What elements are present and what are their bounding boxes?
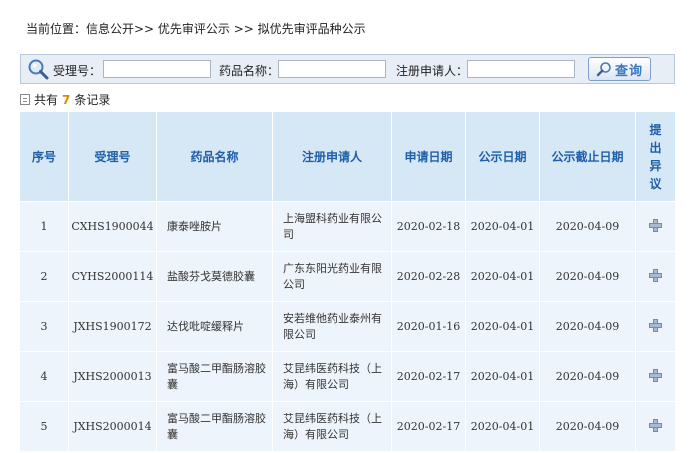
plus-icon[interactable] — [649, 218, 662, 232]
header-applicant: 注册申请人 — [272, 111, 392, 202]
cell-applicant: 广东东阳光药业有限公司 — [272, 251, 392, 302]
cell-publish-date: 2020-04-01 — [465, 351, 540, 402]
cell-accept-no: JXHS2000014 — [68, 401, 157, 452]
cell-seq: 2 — [19, 251, 69, 302]
cell-applicant: 艾昆纬医药科技（上海）有限公司 — [272, 351, 392, 402]
header-objection: 提出异议 — [635, 111, 676, 202]
document-icon — [20, 94, 30, 105]
cell-accept-no: JXHS1900172 — [68, 301, 157, 352]
header-seq: 序号 — [19, 111, 69, 202]
table-row: 1 CXHS1900044 康泰唑胺片 上海盟科药业有限公司 2020-02-1… — [19, 201, 676, 252]
search-bar: 受理号： 药品名称： 注册申请人： 查询 — [20, 54, 675, 84]
header-deadline: 公示截止日期 — [539, 111, 636, 202]
query-button-label: 查询 — [614, 63, 643, 79]
cell-drug-name: 富马酸二甲酯肠溶胶囊 — [156, 401, 273, 452]
drug-name-input[interactable] — [278, 60, 386, 78]
record-count-number: 7 — [62, 92, 71, 107]
cell-accept-no: JXHS2000013 — [68, 351, 157, 402]
record-count-prefix: 共有 — [34, 93, 59, 107]
cell-deadline: 2020-04-09 — [539, 301, 636, 352]
cell-drug-name: 达伐吡啶缓释片 — [156, 301, 273, 352]
cell-objection — [635, 301, 676, 352]
cell-deadline: 2020-04-09 — [539, 201, 636, 252]
accept-no-label: 受理号： — [53, 64, 102, 78]
cell-applicant: 安若维他药业泰州有限公司 — [272, 301, 392, 352]
cell-objection — [635, 351, 676, 402]
cell-seq: 1 — [19, 201, 69, 252]
table-row: 3 JXHS1900172 达伐吡啶缓释片 安若维他药业泰州有限公司 2020-… — [19, 301, 676, 352]
header-accept-no: 受理号 — [68, 111, 157, 202]
header-apply-date: 申请日期 — [391, 111, 466, 202]
cell-accept-no: CYHS2000114 — [68, 251, 157, 302]
record-count-suffix: 条记录 — [74, 93, 111, 107]
header-publish-date: 公示日期 — [465, 111, 540, 202]
plus-icon[interactable] — [649, 318, 662, 332]
cell-objection — [635, 251, 676, 302]
accept-no-input[interactable] — [103, 60, 211, 78]
cell-apply-date: 2020-02-28 — [391, 251, 466, 302]
cell-publish-date: 2020-04-01 — [465, 251, 540, 302]
cell-apply-date: 2020-02-18 — [391, 201, 466, 252]
magnifier-icon — [28, 59, 49, 80]
cell-seq: 5 — [19, 401, 69, 452]
table-header-row: 序号 受理号 药品名称 注册申请人 申请日期 公示日期 公示截止日期 提出异议 — [19, 111, 676, 202]
table-row: 5 JXHS2000014 富马酸二甲酯肠溶胶囊 艾昆纬医药科技（上海）有限公司… — [19, 401, 676, 452]
applicant-input[interactable] — [467, 60, 575, 78]
applicant-label: 注册申请人： — [396, 64, 469, 78]
cell-seq: 4 — [19, 351, 69, 402]
query-button[interactable]: 查询 — [588, 57, 651, 81]
table-row: 4 JXHS2000013 富马酸二甲酯肠溶胶囊 艾昆纬医药科技（上海）有限公司… — [19, 351, 676, 402]
cell-applicant: 上海盟科药业有限公司 — [272, 201, 392, 252]
cell-objection — [635, 401, 676, 452]
plus-icon[interactable] — [649, 418, 662, 432]
plus-icon[interactable] — [649, 268, 662, 282]
cell-publish-date: 2020-04-01 — [465, 301, 540, 352]
drug-name-label: 药品名称： — [219, 64, 280, 78]
cell-accept-no: CXHS1900044 — [68, 201, 157, 252]
table-row: 2 CYHS2000114 盐酸芬戈莫德胶囊 广东东阳光药业有限公司 2020-… — [19, 251, 676, 302]
plus-icon[interactable] — [649, 368, 662, 382]
cell-drug-name: 富马酸二甲酯肠溶胶囊 — [156, 351, 273, 402]
header-drug-name: 药品名称 — [156, 111, 273, 202]
cell-deadline: 2020-04-09 — [539, 251, 636, 302]
cell-apply-date: 2020-01-16 — [391, 301, 466, 352]
cell-drug-name: 盐酸芬戈莫德胶囊 — [156, 251, 273, 302]
cell-apply-date: 2020-02-17 — [391, 351, 466, 402]
cell-seq: 3 — [19, 301, 69, 352]
cell-deadline: 2020-04-09 — [539, 401, 636, 452]
cell-deadline: 2020-04-09 — [539, 351, 636, 402]
cell-publish-date: 2020-04-01 — [465, 401, 540, 452]
cell-applicant: 艾昆纬医药科技（上海）有限公司 — [272, 401, 392, 452]
breadcrumb: 当前位置：信息公开>> 优先审评公示 >> 拟优先审评品种公示 — [26, 22, 366, 36]
cell-objection — [635, 201, 676, 252]
record-count: 共有 7 条记录 — [20, 91, 110, 108]
search-icon — [596, 62, 611, 77]
results-table: 序号 受理号 药品名称 注册申请人 申请日期 公示日期 公示截止日期 提出异议 … — [19, 111, 676, 452]
cell-apply-date: 2020-02-17 — [391, 401, 466, 452]
cell-drug-name: 康泰唑胺片 — [156, 201, 273, 252]
cell-publish-date: 2020-04-01 — [465, 201, 540, 252]
